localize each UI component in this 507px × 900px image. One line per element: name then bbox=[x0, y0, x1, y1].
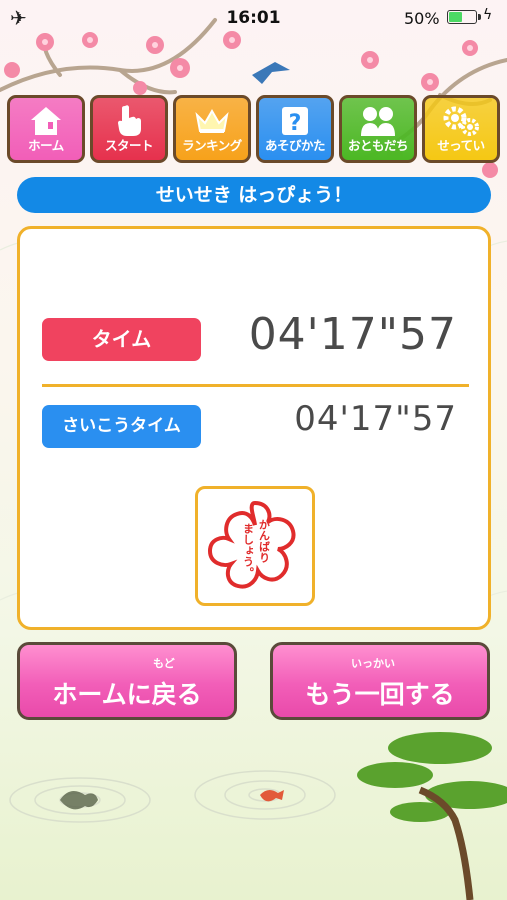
nav-howto-button[interactable]: ? あそびかた bbox=[256, 95, 334, 163]
evaluation-stamp: がんばり ましょう。 bbox=[195, 486, 315, 606]
status-bar: ✈ 16:01 50% ϟ bbox=[0, 0, 507, 36]
time-value: 04'17"57 bbox=[248, 309, 457, 360]
nav-settings-button[interactable]: せってい bbox=[422, 95, 500, 163]
ruby-text: もど bbox=[153, 657, 175, 670]
retry-button[interactable]: いっかい もう一回する bbox=[270, 642, 490, 720]
nav-start-button[interactable]: スタート bbox=[90, 95, 168, 163]
battery-percent: 50% bbox=[404, 9, 440, 28]
best-time-value: 04'17"57 bbox=[294, 399, 457, 439]
stamp-text-line2: ましょう。 bbox=[242, 523, 255, 578]
pointing-hand-icon bbox=[93, 103, 165, 139]
stamp-text-line1: がんばり bbox=[258, 518, 271, 563]
nav-label: おともだち bbox=[347, 138, 409, 153]
nav-label: せってい bbox=[437, 138, 485, 153]
battery-icon bbox=[447, 10, 481, 24]
crown-icon bbox=[176, 103, 248, 139]
return-home-button[interactable]: もど ホームに戻る bbox=[17, 642, 237, 720]
nav-label: あそびかた bbox=[264, 138, 326, 153]
nav-label: スタート bbox=[104, 138, 154, 153]
nav-label: ランキング bbox=[182, 138, 242, 153]
time-label: タイム bbox=[42, 318, 201, 361]
return-home-label: ホームに戻る bbox=[52, 680, 202, 709]
nav-ranking-button[interactable]: ランキング bbox=[173, 95, 251, 163]
house-icon bbox=[10, 103, 82, 139]
divider bbox=[42, 384, 469, 387]
nav-friends-button[interactable]: おともだち bbox=[339, 95, 417, 163]
nav-label: ホーム bbox=[28, 138, 64, 153]
results-banner: せいせき はっぴょう！ bbox=[17, 177, 491, 213]
retry-label: もう一回する bbox=[305, 680, 455, 709]
charging-icon: ϟ bbox=[483, 7, 493, 23]
plum-blossom-stamp-icon: がんばり ましょう。 bbox=[207, 500, 296, 589]
gears-icon bbox=[425, 103, 497, 139]
question-icon: ? bbox=[259, 103, 331, 139]
ruby-text: いっかい bbox=[351, 657, 395, 670]
top-nav: ホーム スタート ランキング ? あそびかた おともだち せってい bbox=[7, 95, 501, 165]
results-panel: タイム 04'17"57 さいこうタイム 04'17"57 がんばり ましょう。 bbox=[17, 226, 491, 630]
friends-icon bbox=[342, 103, 414, 139]
svg-text:?: ? bbox=[289, 111, 302, 136]
best-time-label: さいこうタイム bbox=[42, 405, 201, 448]
nav-home-button[interactable]: ホーム bbox=[7, 95, 85, 163]
battery-fill bbox=[449, 12, 463, 22]
